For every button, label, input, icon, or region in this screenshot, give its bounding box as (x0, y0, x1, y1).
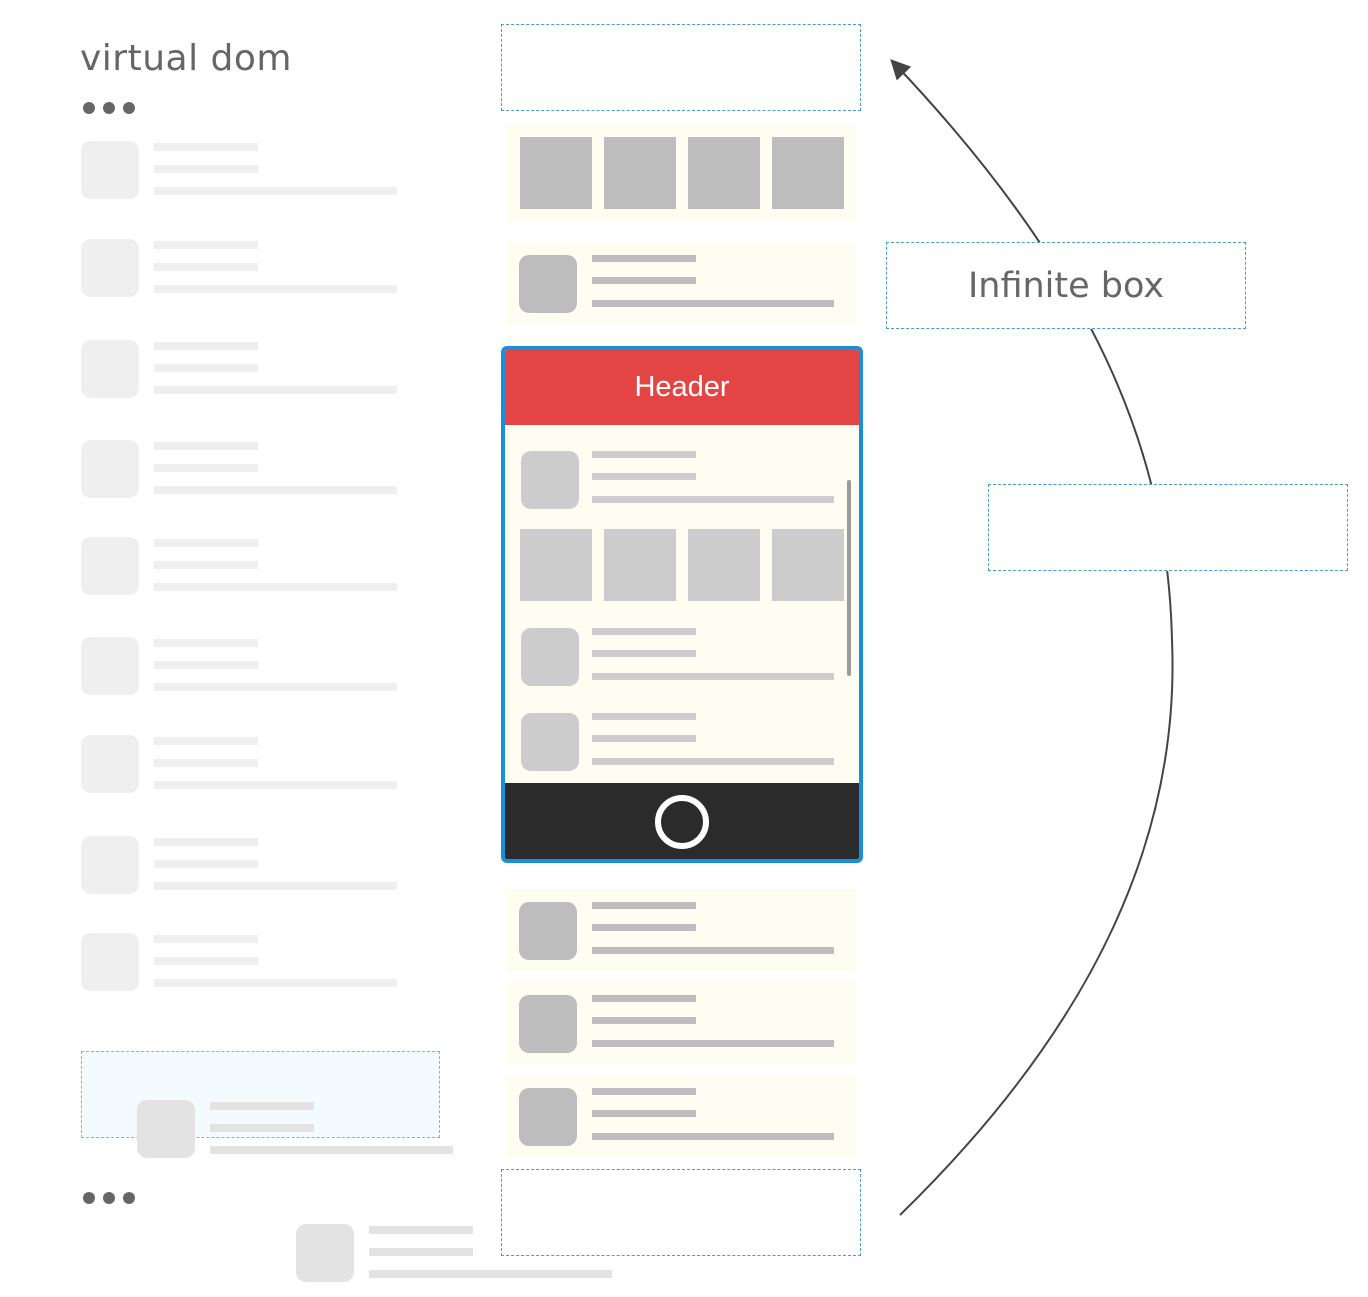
home-button-icon[interactable] (655, 795, 709, 849)
phone-grid-tile (520, 529, 592, 601)
phone-list-thumb (521, 713, 579, 771)
infinite-box-slot (988, 484, 1348, 571)
list-card (506, 242, 856, 324)
ellipsis-icon (83, 102, 135, 114)
list-card (506, 982, 856, 1064)
recycled-slot-bottom (501, 1169, 861, 1256)
phone-list-thumb (521, 451, 579, 509)
list-card (506, 889, 856, 971)
phone-scrollbar[interactable] (847, 480, 851, 676)
virtual-list-item (81, 836, 401, 896)
virtual-list-item (81, 537, 401, 597)
infinite-box-label: Infinite box (967, 265, 1165, 306)
virtual-list-item (81, 933, 401, 993)
virtual-list-item (81, 637, 401, 697)
phone-header: Header (505, 350, 859, 425)
virtual-list-item (81, 239, 401, 299)
virtual-dom-title: virtual dom (80, 38, 292, 79)
phone-grid-tile (772, 529, 844, 601)
grid-card (506, 125, 856, 221)
virtual-list-item (81, 340, 401, 400)
virtual-list-item (81, 440, 401, 500)
list-card (506, 1075, 856, 1157)
recycled-slot-top (501, 24, 861, 111)
ellipsis-icon (83, 1192, 135, 1204)
header-title: Header (634, 371, 730, 403)
phone-viewport: Header (501, 346, 863, 863)
phone-grid-tile (604, 529, 676, 601)
phone-list-thumb (521, 628, 579, 686)
infinite-box-label-box: Infinite box (886, 242, 1246, 329)
virtual-list-item (81, 735, 401, 795)
phone-footer (505, 783, 859, 859)
virtual-list-item (81, 141, 401, 201)
moving-list-item (137, 1100, 457, 1160)
phone-grid-tile (688, 529, 760, 601)
